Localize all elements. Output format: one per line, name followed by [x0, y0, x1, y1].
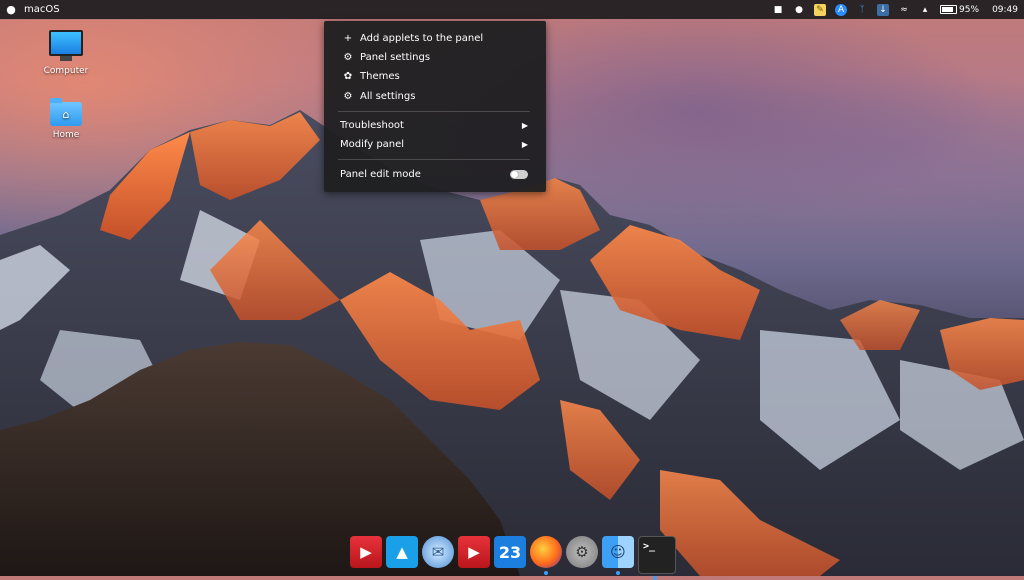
gear-icon: ⚙: [343, 52, 353, 63]
video-player-icon[interactable]: ▶: [458, 536, 490, 568]
menu-item-label: Themes: [360, 71, 400, 82]
desktop-icon-label: Home: [52, 130, 80, 140]
user-icon[interactable]: ●: [793, 4, 805, 16]
running-indicator: [653, 576, 657, 580]
menu-item-add-applets[interactable]: + Add applets to the panel: [324, 29, 546, 48]
updates-icon[interactable]: ↓: [877, 3, 890, 16]
menu-item-label: Troubleshoot: [340, 120, 404, 131]
wifi-icon[interactable]: ≈: [898, 4, 910, 16]
calendar-icon[interactable]: 23: [494, 536, 526, 568]
menu-item-label: All settings: [360, 91, 416, 102]
menu-item-label: Panel edit mode: [340, 169, 421, 180]
menu-item-modify-panel[interactable]: Modify panel ▶: [324, 135, 546, 154]
firefox-icon[interactable]: [530, 536, 562, 575]
battery-indicator[interactable]: 95%: [940, 5, 979, 15]
computer-icon: [49, 30, 83, 56]
running-indicator: [544, 571, 548, 575]
top-panel: ● macOS ■ ● ✎ A ᛉ ↓ ≈ ▴ 95% 09:49: [0, 0, 1024, 19]
mail-icon[interactable]: ✉: [422, 536, 454, 568]
menu-item-panel-settings[interactable]: ⚙ Panel settings: [324, 48, 546, 67]
app-store-icon[interactable]: A: [835, 3, 848, 16]
panel-title[interactable]: macOS: [24, 4, 60, 15]
drive-icon[interactable]: ■: [772, 4, 784, 16]
menu-item-all-settings[interactable]: ⚙ All settings: [324, 87, 546, 106]
volume-icon[interactable]: ▴: [919, 4, 931, 16]
desktop-icon-computer[interactable]: Computer: [36, 30, 96, 76]
settings-icon[interactable]: ⚙: [566, 536, 598, 568]
home-folder-icon: ⌂: [50, 98, 82, 126]
terminal-icon[interactable]: >_: [638, 536, 676, 580]
battery-icon: [940, 5, 958, 14]
system-tray: ■ ● ✎ A ᛉ ↓ ≈ ▴ 95% 09:49: [772, 0, 1018, 19]
running-indicator: [616, 571, 620, 575]
edit-mode-toggle[interactable]: [510, 170, 528, 179]
finder-icon[interactable]: ☺: [602, 536, 634, 575]
menu-separator: [338, 111, 530, 112]
chevron-right-icon: ▶: [521, 140, 528, 149]
notes-icon[interactable]: ✎: [814, 3, 827, 16]
themes-icon: ✿: [343, 71, 353, 82]
apple-icon[interactable]: ●: [2, 3, 20, 16]
panel-context-menu: + Add applets to the panel ⚙ Panel setti…: [324, 21, 546, 192]
menu-item-label: Modify panel: [340, 139, 405, 150]
monitor-stand: [60, 56, 72, 61]
menu-item-label: Add applets to the panel: [360, 33, 484, 44]
desktop-icon-label: Computer: [43, 66, 89, 76]
desktop-icon-home[interactable]: ⌂ Home: [36, 98, 96, 140]
dock: ▶ ▲ ✉ ▶ 23 ⚙ ☺ >_: [346, 536, 680, 580]
menu-separator: [338, 159, 530, 160]
plus-icon: +: [343, 33, 353, 44]
menu-item-troubleshoot[interactable]: Troubleshoot ▶: [324, 116, 546, 135]
calendar-date: 23: [498, 542, 522, 562]
menu-item-label: Panel settings: [360, 52, 431, 63]
menu-item-themes[interactable]: ✿ Themes: [324, 67, 546, 86]
gear-icon: ⚙: [343, 91, 353, 102]
clock[interactable]: 09:49: [992, 5, 1018, 15]
app-icon[interactable]: ▲: [386, 536, 418, 568]
video-player-icon[interactable]: ▶: [350, 536, 382, 568]
battery-percent: 95%: [959, 4, 980, 15]
menu-item-panel-edit-mode[interactable]: Panel edit mode: [324, 165, 546, 184]
chevron-right-icon: ▶: [521, 121, 528, 130]
bluetooth-icon[interactable]: ᛉ: [856, 4, 868, 16]
